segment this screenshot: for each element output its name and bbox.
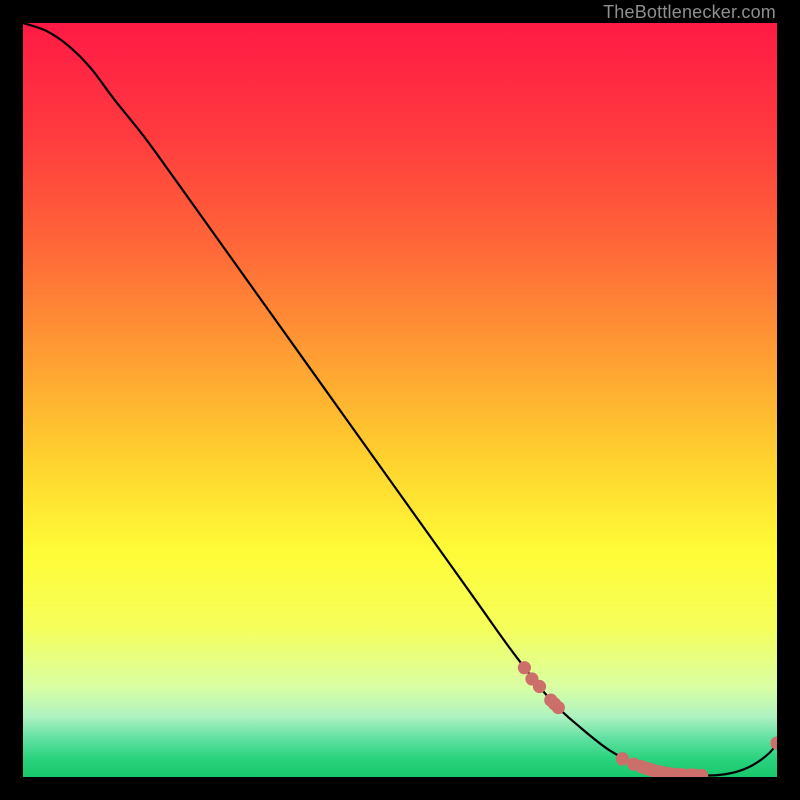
- attribution-label: TheBottlenecker.com: [603, 2, 776, 23]
- chart-marker: [616, 752, 629, 765]
- bottleneck-chart: [23, 23, 777, 777]
- chart-marker: [518, 661, 531, 674]
- chart-background-gradient: [23, 23, 777, 777]
- chart-marker: [533, 680, 546, 693]
- chart-marker: [552, 701, 565, 714]
